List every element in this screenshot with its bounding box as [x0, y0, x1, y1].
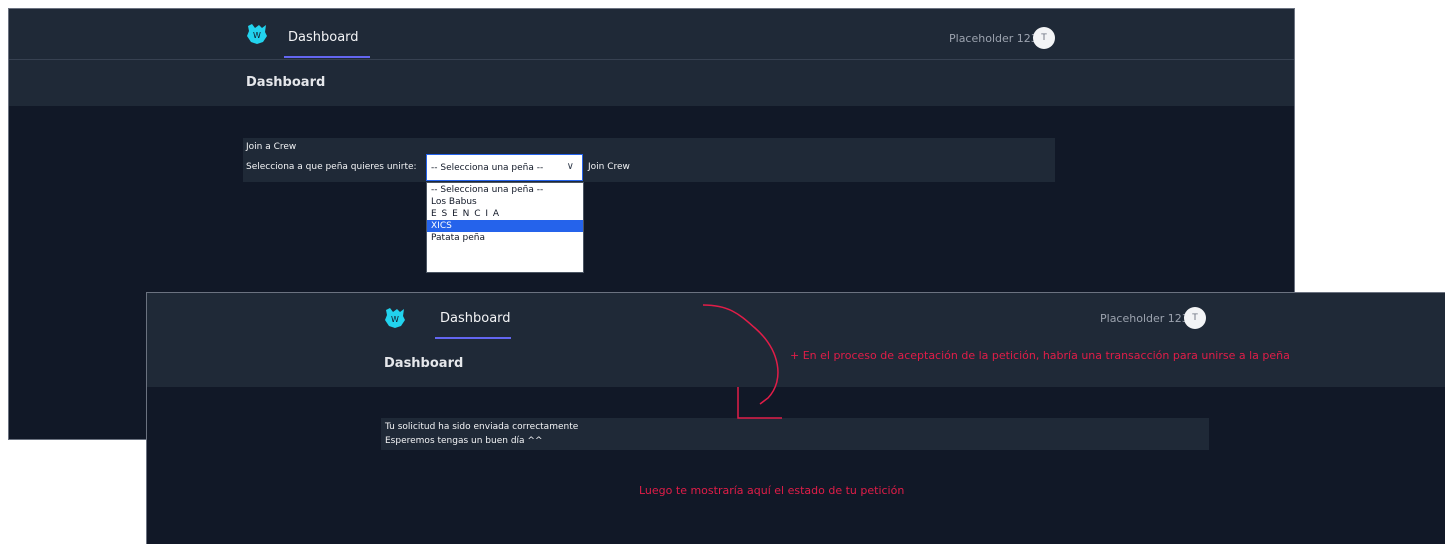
annotation-status-note: Luego te mostraría aquí el estado de tu … [639, 484, 905, 497]
annotation-arrow-icon [702, 304, 782, 419]
annotation-transaction-note: + En el proceso de aceptación de la peti… [790, 349, 1290, 362]
